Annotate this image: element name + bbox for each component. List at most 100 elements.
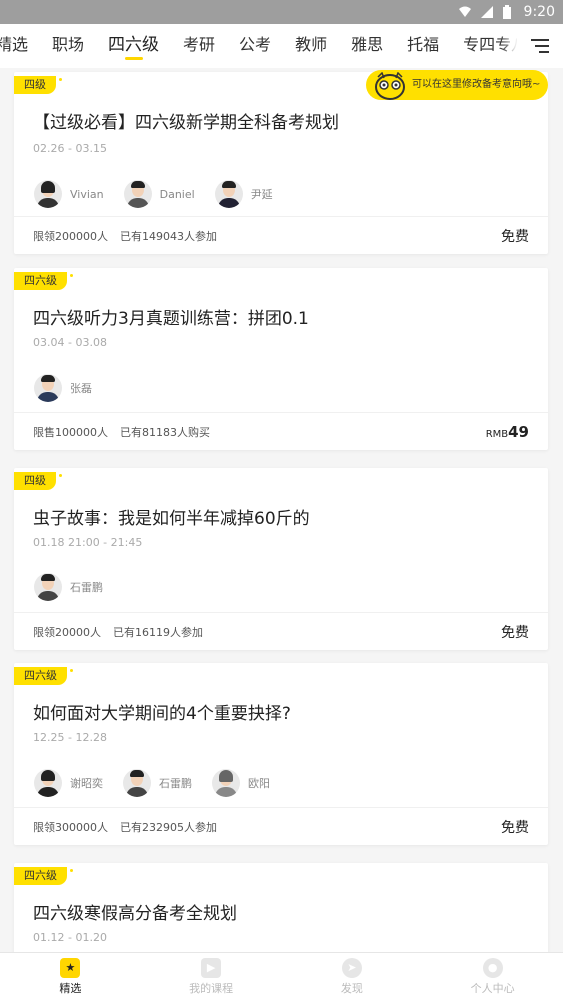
course-card[interactable]: 四六级 如何面对大学期间的4个重要抉择? 12.25 - 12.28 谢昭奕 石… [14,663,548,845]
tab-label: 考研 [183,35,216,54]
nav-my-courses[interactable]: ▶ 我的课程 [141,953,282,1000]
tab-label: 雅思 [351,35,384,54]
course-card[interactable]: 四六级 四六级寒假高分备考全规划 01.12 - 01.20 [14,863,548,952]
teacher: 张磊 [34,374,92,402]
course-card[interactable]: 四级 虫子故事：我是如何半年减掉60斤的 01.18 21:00 - 21:45… [14,468,548,650]
tab-teacher[interactable]: 教师 [283,24,339,68]
status-bar: 9:20 [0,0,563,24]
price-label: RMB49 [486,423,529,441]
joined-text: 已有81183人购买 [120,425,210,439]
star-icon: ★ [60,957,81,978]
teacher-name: 张磊 [70,382,92,395]
tab-postgrad[interactable]: 考研 [171,24,227,68]
course-footer: 限领200000人 已有149043人参加 免费 [14,216,548,254]
category-menu-button[interactable] [517,24,563,68]
battery-icon [502,5,516,19]
avatar [34,180,62,208]
tab-label: 教师 [295,35,328,54]
teacher: 谢昭奕 [34,769,103,797]
nav-profile[interactable]: ● 个人中心 [422,953,563,1000]
avatar [123,769,151,797]
course-date: 01.18 21:00 - 21:45 [33,536,143,549]
mascot-icon [375,72,405,100]
tab-cet[interactable]: 四六级 [96,24,171,68]
course-footer: 限领20000人 已有16119人参加 免费 [14,612,548,650]
avatar [34,573,62,601]
tab-label: 四六级 [108,35,160,55]
category-tab-bar: 精选 职场 四六级 考研 公考 教师 雅思 托福 专四专八 [0,24,563,68]
course-date: 12.25 - 12.28 [33,731,107,744]
course-feed[interactable]: 四级 【过级必看】四六级新学期全科备考规划 02.26 - 03.15 Vivi… [0,68,563,952]
tab-label: 精选 [0,35,29,54]
teacher: Daniel [123,180,195,208]
teacher-name: Daniel [159,187,195,201]
price-currency: RMB [485,428,509,440]
nav-discover[interactable]: ➤ 发现 [282,953,423,1000]
avatar [34,374,62,402]
tab-label: 职场 [52,35,85,54]
teacher: 石雷鹏 [123,769,192,797]
tab-ielts[interactable]: 雅思 [339,24,395,68]
course-tag: 四级 [14,472,62,490]
tab-toefl[interactable]: 托福 [395,24,451,68]
teacher: 石雷鹏 [34,573,103,601]
bottom-nav: ★ 精选 ▶ 我的课程 ➤ 发现 ● 个人中心 [0,952,563,1000]
nav-label: 精选 [59,981,82,995]
course-title: 如何面对大学期间的4个重要抉择? [33,704,291,724]
teacher: 欧阳 [212,769,270,797]
tab-selected[interactable]: 精选 [0,24,40,68]
course-tag: 四六级 [14,667,73,685]
tab-career[interactable]: 职场 [40,24,96,68]
menu-icon-line [539,51,549,53]
menu-icon-line [535,45,549,47]
course-title: 四六级寒假高分备考全规划 [33,904,237,924]
teacher: Vivian [34,180,104,208]
limit-text: 限领200000人 [33,229,108,243]
course-date: 02.26 - 03.15 [33,142,107,155]
course-footer: 限售100000人 已有81183人购买 RMB49 [14,412,548,450]
teacher-name: 谢昭奕 [70,777,103,790]
limit-text: 限领300000人 [33,820,108,834]
nav-label: 个人中心 [470,981,515,995]
menu-icon [531,39,549,41]
avatar [214,180,243,208]
user-icon: ● [482,957,503,978]
limit-text: 限领20000人 [33,625,101,639]
course-date: 03.04 - 03.08 [33,336,107,349]
status-time: 9:20 [523,4,555,20]
course-title: 四六级听力3月真题训练营：拼团0.1 [33,309,309,329]
avatar [34,769,62,797]
course-title: 虫子故事：我是如何半年减掉60斤的 [33,509,310,529]
joined-text: 已有149043人参加 [120,229,217,243]
teacher-name: 欧阳 [248,777,270,790]
course-card[interactable]: 四六级 四六级听力3月真题训练营：拼团0.1 03.04 - 03.08 张磊 … [14,268,548,450]
course-tag: 四六级 [14,867,73,885]
teacher-list: 张磊 [34,374,92,402]
teacher-name: Vivian [70,187,104,201]
course-date: 01.12 - 01.20 [33,931,107,944]
tab-label: 公考 [239,35,272,54]
course-footer: 限领300000人 已有232905人参加 免费 [14,807,548,845]
teacher-list: Vivian Daniel 尹延 [34,180,273,208]
tab-civil-exam[interactable]: 公考 [227,24,283,68]
price-label: 免费 [501,228,529,245]
nav-label: 发现 [340,981,363,995]
teacher-name: 石雷鹏 [70,581,103,594]
tab-label: 托福 [407,35,440,54]
teacher-name: 尹延 [250,188,273,201]
teacher-name: 石雷鹏 [159,777,192,790]
wifi-icon [458,5,472,19]
teacher-list: 石雷鹏 [34,573,103,601]
nav-label: 我的课程 [189,981,234,995]
course-title: 【过级必看】四六级新学期全科备考规划 [33,113,339,133]
nav-featured[interactable]: ★ 精选 [0,953,141,1000]
compass-icon: ➤ [341,957,362,978]
avatar [212,769,240,797]
teacher-list: 谢昭奕 石雷鹏 欧阳 [34,769,270,797]
price-label: 免费 [501,624,529,641]
course-tag: 四六级 [14,272,73,290]
play-icon: ▶ [201,957,222,978]
joined-text: 已有16119人参加 [113,625,203,639]
price-label: 免费 [501,819,529,836]
teacher: 尹延 [214,180,273,208]
